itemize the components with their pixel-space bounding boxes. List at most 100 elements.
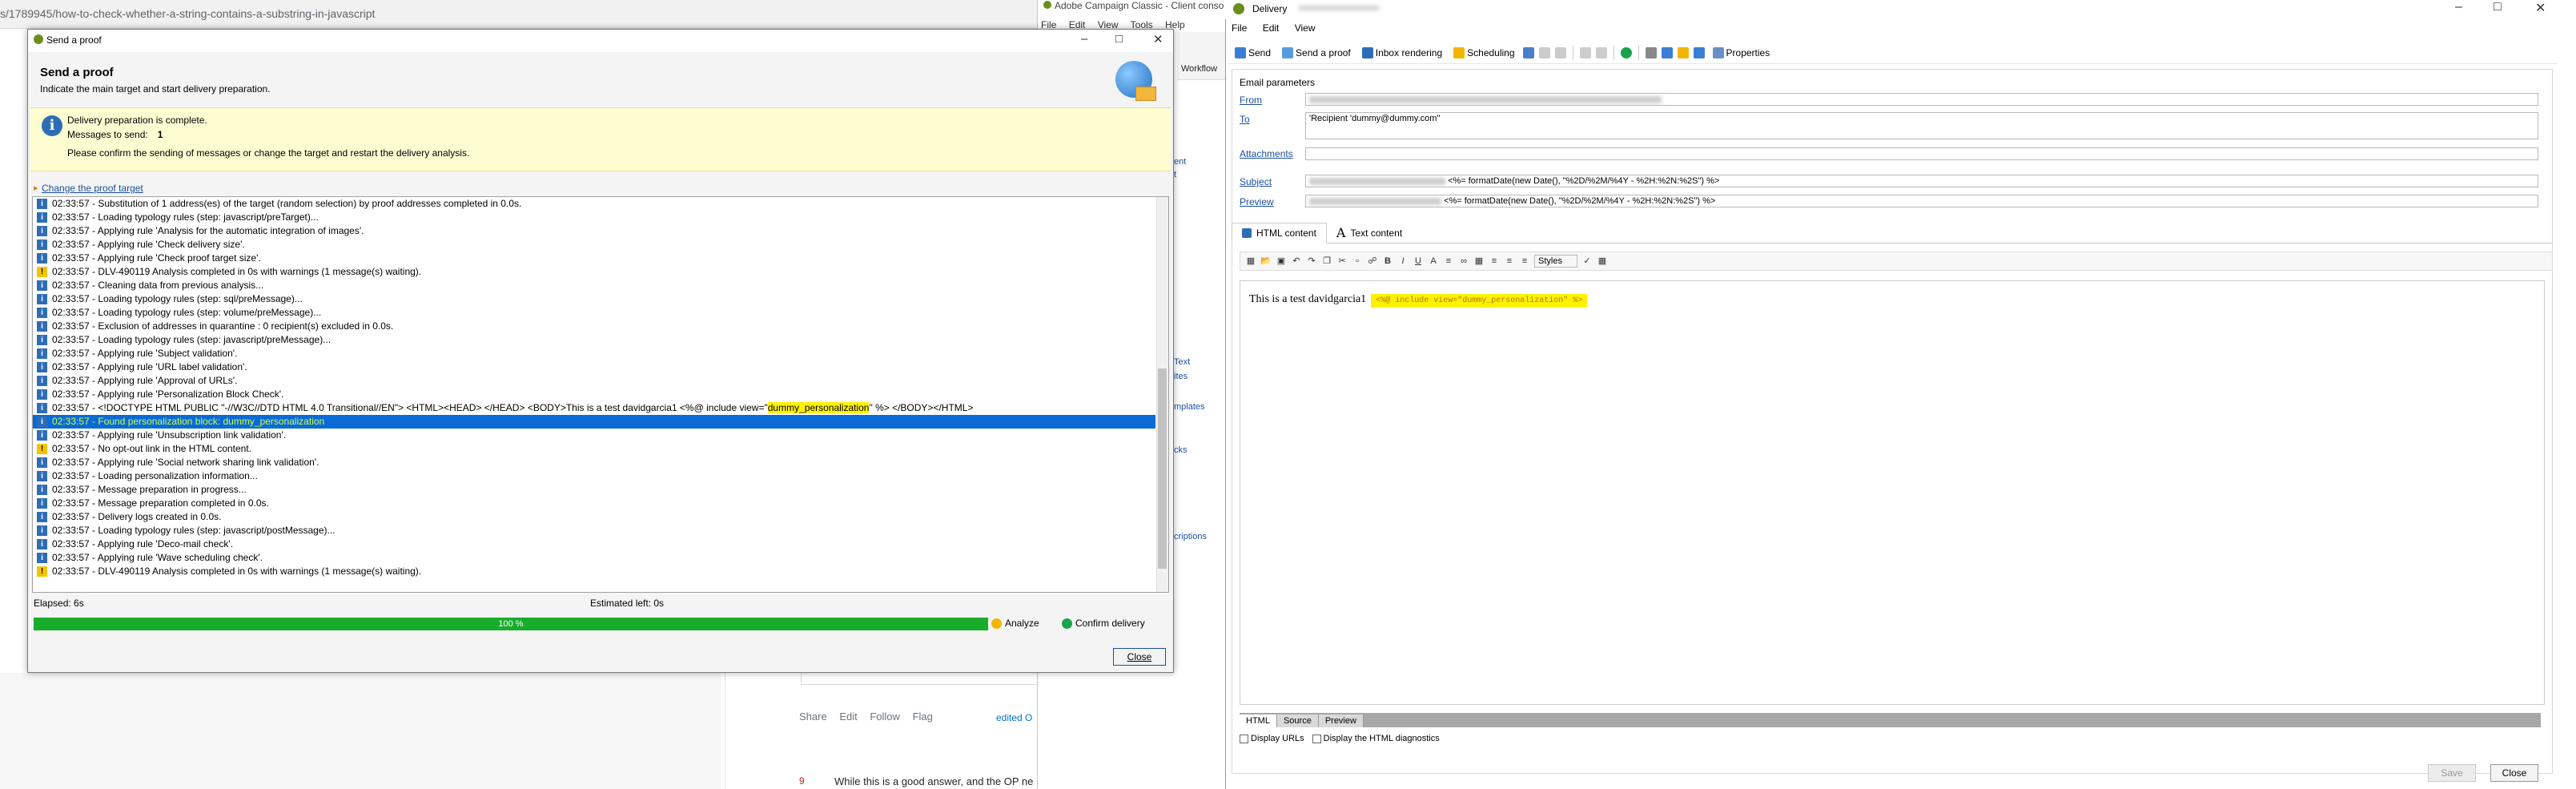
log-row[interactable]: i 02:33:57 - Message preparation in progr…: [33, 483, 1155, 497]
edited-link[interactable]: edited O: [996, 712, 1032, 723]
flag-link[interactable]: Flag: [913, 711, 933, 723]
from-label[interactable]: From: [1240, 95, 1262, 106]
log-row[interactable]: i 02:33:57 - Loading typology rules (step…: [33, 211, 1155, 224]
save-icon[interactable]: ▣: [1276, 256, 1287, 267]
redo-icon[interactable]: [1595, 46, 1607, 58]
nav-fragment[interactable]: t: [1174, 170, 1176, 179]
to-field[interactable]: 'Recipient 'dummy@dummy.com'': [1305, 112, 2538, 139]
tab-preview[interactable]: Preview: [1318, 715, 1364, 727]
log-row[interactable]: i 02:33:57 - Applying rule 'Approval of U…: [33, 374, 1155, 388]
log-row[interactable]: ! 02:33:57 - DLV-490119 Analysis complete…: [33, 565, 1155, 578]
italic-icon[interactable]: I: [1397, 256, 1409, 267]
bold-icon[interactable]: B: [1382, 256, 1393, 267]
log-row[interactable]: i 02:33:57 - Applying rule 'Analysis for …: [33, 224, 1155, 238]
browser-url[interactable]: s/1789945/how-to-check-whether-a-string-…: [0, 7, 375, 20]
maximize-icon[interactable]: □: [2494, 0, 2502, 14]
editor-scrollbar[interactable]: [2530, 288, 2540, 697]
link-icon[interactable]: [1661, 46, 1673, 58]
lock-icon[interactable]: [1677, 46, 1689, 58]
log-row[interactable]: i 02:33:57 - Applying rule 'Check proof t…: [33, 252, 1155, 265]
redo-icon[interactable]: ↷: [1306, 256, 1317, 267]
log-row[interactable]: i 02:33:57 - Applying rule 'Deco-mail che…: [33, 537, 1155, 551]
send-proof-button[interactable]: Send a proof: [1279, 46, 1354, 60]
scheduling-button[interactable]: Scheduling: [1450, 46, 1517, 60]
undo-icon[interactable]: ↶: [1291, 256, 1302, 267]
attachments-label[interactable]: Attachments: [1240, 148, 1293, 159]
attachment-icon[interactable]: [1645, 46, 1657, 58]
log-row[interactable]: i 02:33:57 - Applying rule 'URL label val…: [33, 360, 1155, 374]
nav-fragment[interactable]: mplates: [1174, 402, 1205, 412]
inbox-rendering-button[interactable]: Inbox rendering: [1359, 46, 1445, 60]
editor-body[interactable]: This is a test davidgarcia1 <%@ include v…: [1249, 293, 1588, 308]
link-icon[interactable]: ∞: [1458, 256, 1469, 267]
underline-icon[interactable]: U: [1413, 256, 1424, 267]
styles-dropdown[interactable]: Styles: [1534, 255, 1577, 268]
log-row[interactable]: i 02:33:57 - Applying rule 'Subject valid…: [33, 347, 1155, 360]
tab-source[interactable]: Source: [1276, 715, 1319, 727]
log-row[interactable]: i 02:33:57 - Found personalization block:…: [33, 415, 1155, 429]
text-color-icon[interactable]: A: [1428, 256, 1439, 267]
log-row[interactable]: i 02:33:57 - Applying rule 'Wave scheduli…: [33, 551, 1155, 565]
image-icon[interactable]: ▦: [1473, 256, 1485, 267]
log-row[interactable]: i 02:33:57 - Delivery logs created in 0.0…: [33, 510, 1155, 524]
preview-label[interactable]: Preview: [1240, 196, 1274, 207]
align-left-icon[interactable]: ≡: [1489, 256, 1500, 267]
align-center-icon[interactable]: ≡: [1504, 256, 1515, 267]
find-icon[interactable]: ☍: [1367, 256, 1378, 267]
align-right-icon[interactable]: ≡: [1519, 256, 1530, 267]
log-row[interactable]: i 02:33:57 - Exclusion of addresses in qu…: [33, 320, 1155, 333]
properties-button[interactable]: Properties: [1710, 46, 1774, 60]
log-row[interactable]: i 02:33:57 - Applying rule 'Unsubscriptio…: [33, 429, 1155, 442]
nav-fragment[interactable]: criptions: [1174, 532, 1207, 541]
from-field[interactable]: [1305, 93, 2538, 106]
subject-label[interactable]: Subject: [1240, 176, 1272, 187]
display-urls-checkbox[interactable]: Display URLs: [1240, 734, 1304, 743]
bullet-list-icon[interactable]: ≡: [1443, 256, 1454, 267]
new-icon[interactable]: ▦: [1245, 256, 1256, 267]
table-icon[interactable]: ▦: [1597, 256, 1608, 267]
log-row[interactable]: ! 02:33:57 - DLV-490119 Analysis complete…: [33, 265, 1155, 279]
menu-file[interactable]: File: [1232, 22, 1247, 34]
log-row[interactable]: i 02:33:57 - Loading typology rules (step…: [33, 524, 1155, 537]
maximize-icon[interactable]: □: [1115, 32, 1123, 46]
to-label[interactable]: To: [1240, 114, 1250, 125]
cut-icon[interactable]: ✂: [1336, 256, 1348, 267]
save-button[interactable]: Save: [2428, 764, 2476, 782]
delete-icon[interactable]: [1554, 46, 1566, 58]
spellcheck-icon[interactable]: ✓: [1581, 256, 1593, 267]
paste-icon[interactable]: ▫: [1352, 256, 1363, 267]
share-link[interactable]: Share: [799, 711, 827, 723]
log-row[interactable]: i 02:33:57 - Loading typology rules (step…: [33, 292, 1155, 306]
follow-link[interactable]: Follow: [870, 711, 900, 723]
attachments-field[interactable]: [1305, 147, 2538, 160]
tab-text-content[interactable]: A Text content: [1327, 223, 1412, 244]
close-icon[interactable]: ✕: [2535, 0, 2546, 16]
log-row[interactable]: i 02:33:57 - Loading typology rules (step…: [33, 306, 1155, 320]
refresh-icon[interactable]: [1620, 46, 1632, 58]
menu-view[interactable]: View: [1295, 22, 1316, 34]
log-row[interactable]: i 02:33:57 - Message preparation complete…: [33, 497, 1155, 510]
wizard-icon[interactable]: [1693, 46, 1705, 58]
log-row[interactable]: i 02:33:57 - Substitution of 1 address(es…: [33, 197, 1155, 211]
open-icon[interactable]: 📂: [1260, 256, 1272, 267]
close-icon[interactable]: ✕: [1153, 32, 1163, 46]
log-row[interactable]: i 02:33:57 - Applying rule 'Personalizati…: [33, 388, 1155, 401]
nav-fragment[interactable]: ent: [1174, 157, 1186, 167]
log-row[interactable]: i 02:33:57 - Loading personalization info…: [33, 469, 1155, 483]
log-row[interactable]: i 02:33:57 - Applying rule 'Check deliver…: [33, 238, 1155, 252]
menu-edit[interactable]: Edit: [1263, 22, 1280, 34]
close-button[interactable]: Close: [2490, 764, 2538, 782]
analyze-button[interactable]: Analyze: [991, 618, 1039, 629]
analysis-log[interactable]: i 02:33:57 - Substitution of 1 address(es…: [32, 196, 1169, 593]
close-button[interactable]: Close: [1113, 648, 1166, 666]
preview-field[interactable]: <%= formatDate(new Date(), "%2D/%2M/%4Y …: [1305, 195, 2538, 207]
confirm-delivery-button[interactable]: Confirm delivery: [1062, 618, 1145, 629]
nav-fragment[interactable]: Text: [1174, 357, 1190, 367]
log-row[interactable]: ! 02:33:57 - No opt-out link in the HTML …: [33, 442, 1155, 456]
undo-icon[interactable]: [1579, 46, 1591, 58]
edit-link[interactable]: Edit: [839, 711, 857, 723]
log-row[interactable]: i 02:33:57 - Loading typology rules (step…: [33, 333, 1155, 347]
minimize-icon[interactable]: –: [2455, 0, 2462, 14]
cut-icon[interactable]: [1538, 46, 1550, 58]
html-editor[interactable]: [1240, 280, 2545, 705]
